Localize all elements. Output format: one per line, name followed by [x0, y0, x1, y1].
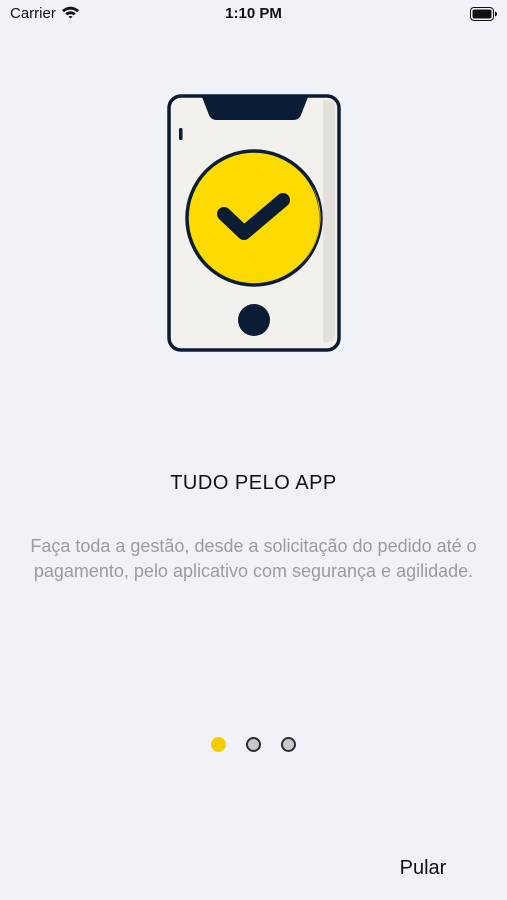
skip-button[interactable]: Pular: [388, 852, 458, 884]
status-bar: Carrier 1:10 PM: [0, 0, 507, 30]
page-dot-3[interactable]: [281, 737, 296, 752]
onboarding-description: Faça toda a gestão, desde a solicitação …: [30, 536, 477, 581]
page-dot-1[interactable]: [211, 737, 226, 752]
battery-icon: [470, 7, 497, 21]
page-indicator: [0, 737, 507, 757]
onboarding-title: TUDO PELO APP: [170, 472, 337, 494]
phone-checkmark-illustration: [167, 94, 341, 352]
clock-label: 1:10 PM: [225, 5, 282, 22]
page-dot-2[interactable]: [246, 737, 261, 752]
